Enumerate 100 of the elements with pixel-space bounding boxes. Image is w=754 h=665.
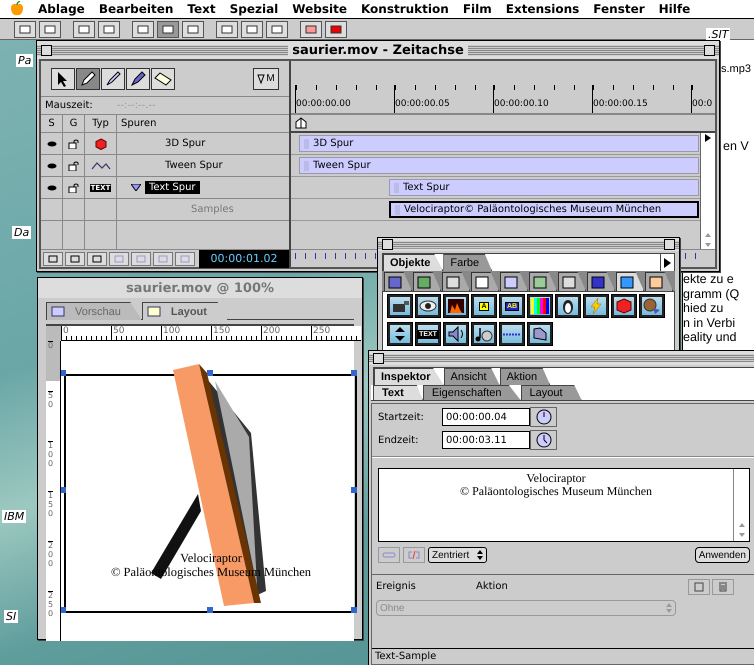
alignment-dropdown[interactable]: Zentriert [428,547,488,563]
object-button[interactable] [443,322,469,346]
menu-item[interactable]: Ablage [38,2,85,16]
resize-handle[interactable] [351,370,357,376]
object-button[interactable] [583,294,609,318]
category-tab[interactable] [587,272,615,291]
menu-item[interactable]: Konstruktion [360,2,449,16]
end-time-field[interactable]: 00:00:03.11 [442,431,530,449]
new-event-button[interactable] [688,578,710,594]
transport-button[interactable] [65,252,85,266]
menu-item[interactable]: Hilfe [658,2,690,16]
toolbar-button[interactable] [14,20,36,38]
track-name[interactable]: 3D Spur [161,137,210,150]
zigzag-line-icon [90,160,110,170]
category-tab[interactable] [384,272,412,291]
tab[interactable]: Layout [142,302,228,320]
category-tab[interactable] [413,272,441,291]
object-button[interactable] [527,322,553,346]
clock-icon [536,409,552,425]
tool-button[interactable] [151,68,175,90]
category-tab[interactable] [442,272,470,291]
menu-item[interactable]: Bearbeiten [98,2,174,16]
tab[interactable]: Farbe [443,254,492,271]
toolbar-button[interactable] [157,20,179,38]
menu-item[interactable]: Film [462,2,492,16]
object-button[interactable] [471,322,497,346]
toolbar-button[interactable] [325,20,347,38]
toolbar-button[interactable] [266,20,288,38]
tab[interactable]: Objekte [383,254,444,271]
zoom-box[interactable] [704,44,715,56]
apply-button[interactable]: Anwenden [694,547,750,563]
object-button[interactable] [387,322,413,346]
resize-handle[interactable] [351,607,357,613]
clock-button[interactable] [530,430,557,450]
track-name[interactable]: Text Spur [145,181,200,194]
category-tab[interactable] [616,272,644,291]
toolbar-button[interactable] [241,20,263,38]
filter-button[interactable]: M [253,68,279,90]
object-button[interactable] [639,294,665,318]
toolbar-button[interactable] [182,20,204,38]
close-box[interactable] [382,239,393,250]
resize-handle[interactable] [207,607,213,613]
category-tab[interactable] [529,272,557,291]
up-down-arrows-icon [477,550,484,560]
tool-button[interactable] [101,68,125,90]
toolbar-button[interactable] [132,20,154,38]
transport-button[interactable] [43,252,63,266]
category-tab[interactable] [558,272,586,291]
toolbar-button[interactable] [73,20,95,38]
object-button[interactable] [415,294,441,318]
menu-item[interactable]: Spezial [230,2,278,16]
document-text: hied zu [683,301,724,316]
tool-button[interactable] [51,68,75,90]
object-button[interactable] [611,294,637,318]
tool-button[interactable] [76,68,100,90]
track-name[interactable]: Tween Spur [161,159,227,172]
object-button[interactable] [443,294,469,318]
toolbar-button[interactable] [39,20,61,38]
scrollbar[interactable] [700,133,715,249]
padlock-icon [68,160,80,170]
resize-handle[interactable] [61,370,66,376]
tab[interactable]: Inspektor [374,368,444,385]
track-bar[interactable]: Tween Spur [299,157,699,174]
category-tab[interactable] [645,272,673,291]
start-time-field[interactable]: 00:00:00.04 [442,408,530,426]
tab[interactable]: Aktion [500,368,550,385]
object-button[interactable] [555,294,581,318]
menu-item[interactable]: Text [187,2,216,16]
track-bar[interactable]: Text Spur [389,179,699,196]
resize-handle[interactable] [61,487,66,493]
close-box[interactable] [41,44,52,56]
ruler-label: 150 [48,491,54,541]
category-tab[interactable] [500,272,528,291]
tool-button[interactable] [126,68,150,90]
category-tab[interactable] [471,272,499,291]
object-button[interactable] [387,294,413,318]
toolbar-button[interactable] [216,20,238,38]
tab[interactable]: Ansicht [444,368,500,385]
track-bar[interactable]: Velociraptor© Paläontologisches Museum München [389,201,699,218]
resize-handle[interactable] [61,607,66,613]
track-bar[interactable]: 3D Spur [299,135,699,152]
toolbar-button[interactable] [300,20,322,38]
toolbar-button[interactable] [98,20,120,38]
tab[interactable]: Text [373,385,423,400]
resize-handle[interactable] [207,370,213,376]
tab[interactable]: Layout [520,385,582,400]
object-button[interactable] [527,294,553,318]
delete-button[interactable] [712,578,734,594]
clock-button[interactable] [530,407,557,427]
tab[interactable]: Eigenschaften [422,385,521,400]
text-editor[interactable]: Velociraptor © Paläontologisches Museum München [378,468,750,542]
new-page-icon [694,582,704,592]
collapse-box[interactable] [664,239,675,250]
menu-item[interactable]: Fenster [593,2,645,16]
resize-handle[interactable] [351,487,357,493]
menu-item[interactable]: Website [292,2,347,16]
transport-button[interactable] [87,252,107,266]
close-box[interactable] [373,352,384,364]
object-button[interactable] [499,322,525,346]
menu-item[interactable]: Extensions [506,2,580,16]
